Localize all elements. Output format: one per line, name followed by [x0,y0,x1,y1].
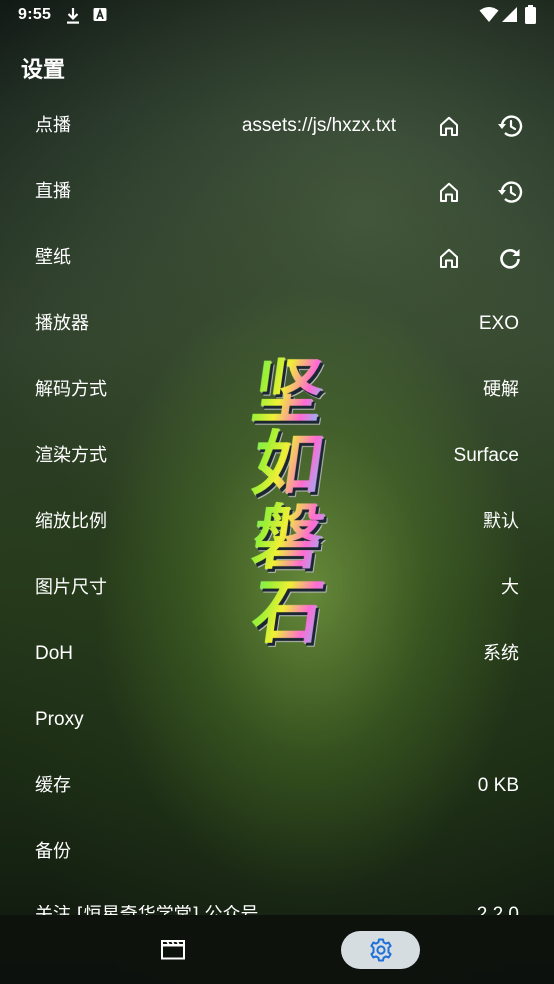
setting-label: 壁纸 [35,247,71,268]
setting-label: 关注 [恒星奇华学堂] 公众号 [35,905,259,915]
setting-row-wallpaper[interactable]: 壁纸 [0,225,554,291]
screen: 9:55 设置 点播 assets://js/hxzx.txt 直播 壁纸 播放… [0,0,554,984]
setting-value: Surface [453,445,519,466]
setting-label: 解码方式 [35,379,107,400]
setting-label: 缩放比例 [35,511,107,532]
setting-label: 备份 [35,841,71,862]
setting-row-live[interactable]: 直播 [0,159,554,225]
setting-label: Proxy [35,709,84,730]
setting-row-doh[interactable]: DoH 系统 [0,621,554,687]
setting-row-player[interactable]: 播放器 EXO [0,291,554,357]
download-icon [65,7,81,29]
clapperboard-icon[interactable] [158,938,188,962]
setting-value: 默认 [483,511,519,532]
wifi-icon [479,6,499,27]
bottom-navigation [0,915,554,984]
setting-row-follow[interactable]: 关注 [恒星奇华学堂] 公众号 2.2.0 [0,905,554,915]
history-icon[interactable] [495,111,525,141]
battery-icon [525,5,536,28]
setting-label: 播放器 [35,313,89,334]
refresh-icon[interactable] [495,243,525,273]
home-icon[interactable] [434,243,464,273]
home-icon[interactable] [434,111,464,141]
home-icon[interactable] [434,177,464,207]
setting-row-render[interactable]: 渲染方式 Surface [0,423,554,489]
setting-row-vod[interactable]: 点播 assets://js/hxzx.txt [0,93,554,159]
setting-label: 点播 [35,115,71,136]
setting-label: 直播 [35,181,71,202]
setting-row-decode[interactable]: 解码方式 硬解 [0,357,554,423]
setting-label: 缓存 [35,775,71,796]
setting-value: assets://js/hxzx.txt [241,115,396,136]
setting-value: 大 [501,577,519,598]
status-bar: 9:55 [0,0,554,32]
gear-icon[interactable] [341,931,420,969]
setting-row-backup[interactable]: 备份 [0,819,554,885]
setting-value: 系统 [483,643,519,664]
setting-row-cache[interactable]: 缓存 0 KB [0,753,554,819]
setting-row-image-size[interactable]: 图片尺寸 大 [0,555,554,621]
setting-row-scale[interactable]: 缩放比例 默认 [0,489,554,555]
setting-label: DoH [35,643,74,664]
signal-icon [502,6,518,27]
setting-value: 硬解 [483,379,519,400]
history-icon[interactable] [495,177,525,207]
page-title: 设置 [21,58,66,83]
a-badge-icon [93,7,107,27]
status-time: 9:55 [18,6,52,23]
setting-value: EXO [478,313,519,334]
setting-value: 2.2.0 [477,905,519,915]
setting-label: 图片尺寸 [35,577,107,598]
setting-label: 渲染方式 [35,445,107,466]
setting-row-proxy[interactable]: Proxy [0,687,554,753]
setting-value: 0 KB [477,775,519,796]
